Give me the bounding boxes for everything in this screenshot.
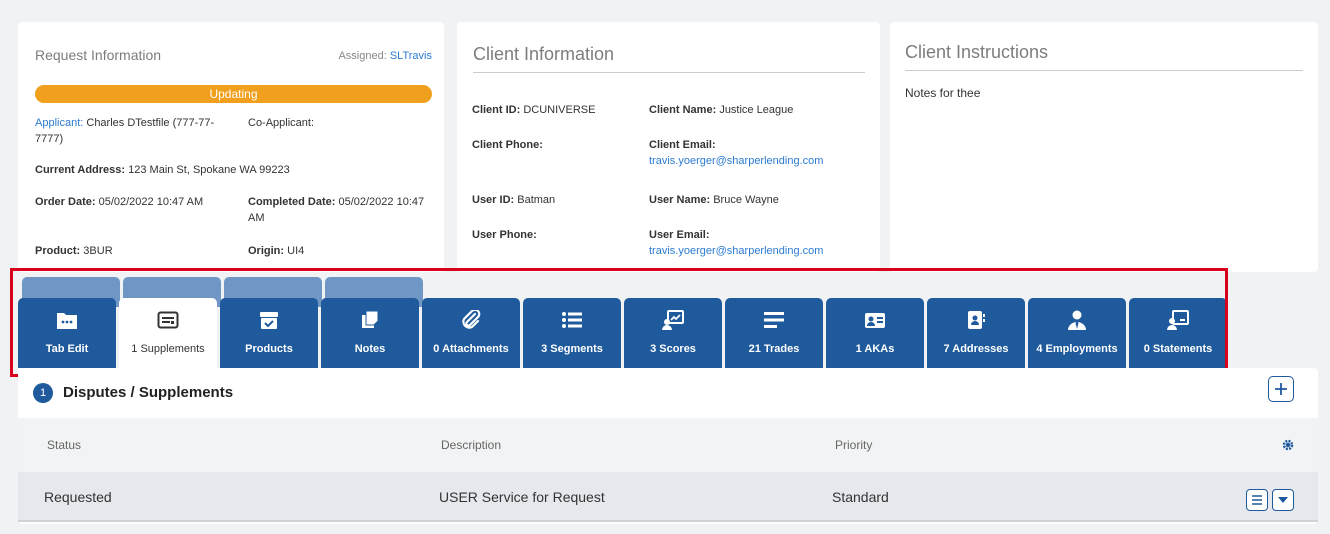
tab-employments[interactable]: 4 Employments (1028, 298, 1126, 368)
client-email-field: Client Email: travis.yoerger@sharperlend… (649, 139, 824, 167)
table-row[interactable]: Requested USER Service for Request Stand… (18, 472, 1318, 522)
user-id-field: User ID: Batman (472, 194, 556, 206)
client-phone-field: Client Phone: (472, 139, 543, 151)
table-header: Status Description Priority (18, 418, 1318, 472)
chart-user-icon (624, 310, 722, 332)
user-tie-icon (1028, 310, 1126, 332)
tab-supplements[interactable]: 1 Supplements (119, 298, 217, 368)
order-date-field: Order Date: 05/02/2022 10:47 AM (35, 196, 204, 208)
user-phone-field: User Phone: (472, 229, 537, 241)
client-instructions-notes: Notes for thee (905, 86, 981, 100)
address-book-icon (927, 310, 1025, 332)
notes-icon (321, 310, 419, 332)
row-expand-button[interactable] (1272, 489, 1294, 511)
tab-akas[interactable]: 1 AKAs (826, 298, 924, 368)
origin-field: Origin: UI4 (248, 245, 305, 257)
co-applicant-link[interactable]: Co-Applicant: (248, 115, 314, 131)
caret-down-icon (1278, 497, 1288, 503)
client-information-title: Client Information (473, 44, 615, 64)
completed-date-field: Completed Date: 05/02/2022 10:47 AM (248, 196, 425, 224)
applicant-field: Applicant: Charles DTestfile (777-77- 77… (35, 117, 215, 145)
menu-icon (1252, 495, 1262, 505)
column-header-description: Description (441, 438, 502, 452)
id-card-icon (119, 310, 217, 332)
plus-icon (1275, 383, 1287, 395)
presentation-user-icon (1129, 310, 1227, 332)
tab-attachments[interactable]: 0 Attachments (422, 298, 520, 368)
client-instructions-card: Client Instructions Notes for thee (890, 22, 1318, 272)
divider (905, 70, 1303, 71)
tab-tab-edit[interactable]: Tab Edit (18, 298, 116, 368)
client-instructions-title: Client Instructions (905, 42, 1049, 62)
column-header-status: Status (47, 438, 82, 452)
tab-trades[interactable]: 21 Trades (725, 298, 823, 368)
id-badge-icon (826, 310, 924, 332)
tab-scores[interactable]: 3 Scores (624, 298, 722, 368)
row-description: USER Service for Request (439, 489, 605, 505)
product-field: Product: 3BUR (35, 245, 113, 257)
row-details-button[interactable] (1246, 489, 1268, 511)
add-dispute-button[interactable] (1268, 376, 1294, 402)
tab-segments[interactable]: 3 Segments (523, 298, 621, 368)
box-check-icon (220, 310, 318, 332)
assigned-user-link[interactable]: SLTravis (390, 50, 432, 62)
status-badge: Updating (35, 85, 432, 103)
client-name-field: Client Name: Justice League (649, 104, 794, 116)
assigned-info: Assigned: SLTravis (338, 50, 432, 62)
client-information-card: Client Information Client ID: DCUNIVERSE… (457, 22, 880, 272)
gear-icon[interactable] (1282, 439, 1294, 451)
list-icon (523, 310, 621, 332)
tab-addresses[interactable]: 7 Addresses (927, 298, 1025, 368)
disputes-count-badge: 1 (33, 383, 53, 403)
tab-products[interactable]: Products (220, 298, 318, 368)
request-information-card: Request Information Assigned: SLTravis U… (18, 22, 444, 272)
client-id-field: Client ID: DCUNIVERSE (472, 104, 596, 116)
user-email-field: User Email: travis.yoerger@sharperlendin… (649, 229, 824, 257)
disputes-section: 1 Disputes / Supplements Status Descript… (18, 368, 1318, 524)
tab-statements[interactable]: 0 Statements (1129, 298, 1227, 368)
row-status: Requested (44, 489, 112, 505)
folder-icon (18, 310, 116, 332)
lines-icon (725, 310, 823, 332)
column-header-priority: Priority (835, 438, 873, 452)
row-priority: Standard (832, 489, 889, 505)
divider (473, 72, 865, 73)
request-information-title: Request Information (35, 47, 162, 63)
user-name-field: User Name: Bruce Wayne (649, 194, 779, 206)
current-address-field: Current Address: 123 Main St, Spokane WA… (35, 164, 290, 176)
disputes-title: Disputes / Supplements (63, 384, 234, 401)
tab-notes[interactable]: Notes (321, 298, 419, 368)
user-email-link[interactable]: travis.yoerger@sharperlending.com (649, 245, 823, 257)
paperclip-icon (422, 310, 520, 332)
client-email-link[interactable]: travis.yoerger@sharperlending.com (649, 155, 823, 167)
